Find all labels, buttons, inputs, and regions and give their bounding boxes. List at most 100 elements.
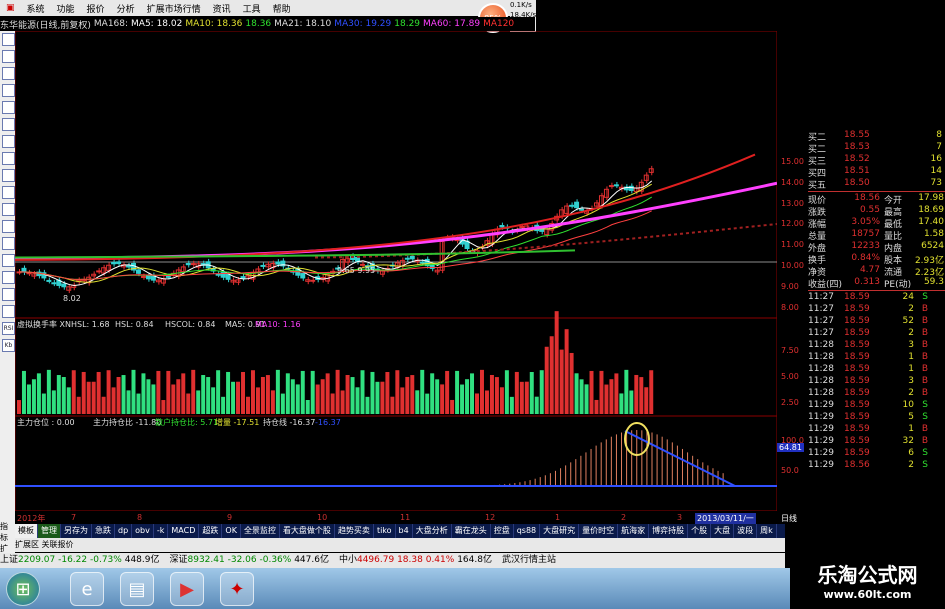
order-book-label: 买二 bbox=[808, 133, 827, 143]
template-tab[interactable]: 另存为 bbox=[61, 524, 92, 538]
volume-bar bbox=[166, 370, 171, 414]
left-tool-icon[interactable] bbox=[2, 186, 15, 199]
template-tab[interactable]: 量价时空 bbox=[579, 524, 619, 538]
left-tool-icon[interactable] bbox=[2, 67, 15, 80]
menu-news[interactable]: 资讯 bbox=[207, 2, 237, 15]
left-tool-icon[interactable] bbox=[2, 50, 15, 63]
template-tab[interactable]: 周k bbox=[757, 524, 777, 538]
kline-chart[interactable]: 8.02 9.65 9.95 虚拟换手率 XNHSL: 1.68 HSL: 0.84 H… bbox=[15, 31, 777, 511]
volume-bar bbox=[126, 390, 131, 414]
index-name: 深证 bbox=[169, 555, 188, 565]
order-book-row[interactable]: 买二 18.55 8 bbox=[808, 130, 945, 143]
template-tab[interactable]: 控盘 bbox=[491, 524, 514, 538]
date-tick: 9 bbox=[227, 513, 233, 522]
volume-bar bbox=[549, 336, 554, 414]
extension-tab-label[interactable]: 扩展区 关联报价 bbox=[15, 540, 74, 549]
tick-row: 11:27 18.59 52 B bbox=[808, 316, 945, 328]
order-book-row[interactable]: 买二 18.53 7 bbox=[808, 142, 945, 155]
left-tool-icon[interactable] bbox=[2, 169, 15, 182]
template-tab[interactable]: MACD bbox=[168, 524, 200, 538]
left-tool-icon[interactable] bbox=[2, 135, 15, 148]
ma30-label: MA30: 19.29 bbox=[334, 19, 392, 29]
order-book-label: 买五 bbox=[808, 181, 827, 191]
left-tool-icon[interactable] bbox=[2, 152, 15, 165]
template-tab[interactable]: b4 bbox=[396, 524, 413, 538]
template-tab[interactable]: -k bbox=[154, 524, 169, 538]
candle-body bbox=[101, 267, 107, 274]
menu-system[interactable]: 系统 bbox=[21, 2, 51, 15]
template-tab[interactable]: 航海家 bbox=[618, 524, 650, 538]
template-tab[interactable]: 大盘分析 bbox=[413, 524, 452, 538]
left-tool-icon[interactable]: Kb bbox=[2, 339, 15, 352]
left-tool-icon[interactable] bbox=[2, 271, 15, 284]
template-tab[interactable]: 急跌 bbox=[92, 524, 115, 538]
candle-body bbox=[26, 272, 32, 275]
folder-icon[interactable]: ▤ bbox=[120, 572, 154, 606]
template-tab[interactable]: 大盘研究 bbox=[540, 524, 580, 538]
period-label[interactable]: 日线 bbox=[781, 513, 797, 524]
left-tool-icon[interactable] bbox=[2, 203, 15, 216]
trading-app-icon[interactable]: ✦ bbox=[220, 572, 254, 606]
volume-bar bbox=[649, 370, 654, 414]
template-tab[interactable]: 全景监控 bbox=[241, 524, 280, 538]
template-tab[interactable]: 管理 bbox=[38, 524, 61, 538]
index-quote[interactable]: 中小4496.79 18.38 0.41% 164.8亿 bbox=[339, 555, 492, 565]
order-book-row[interactable]: 买四 18.51 14 bbox=[808, 166, 945, 179]
left-tool-icon[interactable] bbox=[2, 33, 15, 46]
template-tab[interactable]: 超跌 bbox=[199, 524, 223, 538]
template-tab[interactable]: 波段 bbox=[734, 524, 758, 538]
template-tab[interactable]: qs88 bbox=[514, 524, 541, 538]
tick-side: B bbox=[921, 376, 928, 386]
volume-bar bbox=[440, 384, 445, 414]
template-tab[interactable]: 霸在龙头 bbox=[452, 524, 491, 538]
media-player-icon[interactable]: ▶ bbox=[170, 572, 204, 606]
candle-body bbox=[608, 185, 614, 188]
template-tab[interactable]: dp bbox=[115, 524, 133, 538]
volume-bar bbox=[589, 370, 594, 414]
left-tool-icon[interactable] bbox=[2, 305, 15, 318]
start-button-icon[interactable]: ⊞ bbox=[6, 572, 40, 606]
browser-icon[interactable]: e bbox=[70, 572, 104, 606]
tick-time: 11:27 bbox=[808, 304, 834, 314]
template-tab[interactable]: 趋势买卖 bbox=[335, 524, 374, 538]
menu-function[interactable]: 功能 bbox=[51, 2, 81, 15]
template-tab[interactable]: 博弈持股 bbox=[649, 524, 689, 538]
volume-bar bbox=[51, 390, 56, 414]
template-tab[interactable]: 个股 bbox=[688, 524, 712, 538]
menu-quote[interactable]: 报价 bbox=[81, 2, 111, 15]
template-tab[interactable]: obv bbox=[132, 524, 154, 538]
menu-extended-market[interactable]: 扩展市场行情 bbox=[141, 2, 207, 15]
template-tab[interactable]: 看大盘做个股 bbox=[280, 524, 335, 538]
left-tool-icon[interactable] bbox=[2, 220, 15, 233]
template-tab[interactable]: tiko bbox=[374, 524, 396, 538]
index-quote[interactable]: 深证8932.41 -32.06 -0.36% 447.6亿 bbox=[169, 555, 328, 565]
menu-analysis[interactable]: 分析 bbox=[111, 2, 141, 15]
order-book-row[interactable]: 买五 18.50 73 bbox=[808, 178, 945, 191]
tick-price: 18.59 bbox=[844, 340, 870, 350]
volume-bar bbox=[614, 373, 619, 414]
left-tool-icon[interactable] bbox=[2, 84, 15, 97]
index-quote[interactable]: 上证2209.07 -16.22 -0.73% 448.9亿 bbox=[0, 555, 159, 565]
template-tab[interactable]: 大盘 bbox=[711, 524, 735, 538]
menu-help[interactable]: 帮助 bbox=[267, 2, 297, 15]
volume-bar bbox=[121, 375, 126, 414]
template-tab[interactable]: 模板 bbox=[15, 524, 38, 538]
indicator-side-label[interactable]: 指标 bbox=[0, 521, 15, 543]
left-tool-icon[interactable] bbox=[2, 288, 15, 301]
tick-side: B bbox=[921, 316, 928, 326]
volume-bar bbox=[350, 377, 355, 414]
volume-bar bbox=[539, 370, 544, 414]
candle-body bbox=[245, 275, 251, 278]
left-tool-icon[interactable] bbox=[2, 237, 15, 250]
app-logo-icon[interactable]: ▣ bbox=[0, 3, 21, 13]
template-tab[interactable]: OK bbox=[222, 524, 241, 538]
left-tool-icon[interactable] bbox=[2, 118, 15, 131]
tick-row: 11:28 18.59 1 B bbox=[808, 364, 945, 376]
quote-row: 净资 4.77 流通 2.23亿 bbox=[808, 265, 945, 278]
order-book-row[interactable]: 买三 18.52 16 bbox=[808, 154, 945, 167]
menu-tools[interactable]: 工具 bbox=[237, 2, 267, 15]
left-tool-icon[interactable] bbox=[2, 254, 15, 267]
volume-bar bbox=[574, 373, 579, 414]
left-tool-icon[interactable]: RSI bbox=[2, 322, 15, 335]
left-tool-icon[interactable] bbox=[2, 101, 15, 114]
